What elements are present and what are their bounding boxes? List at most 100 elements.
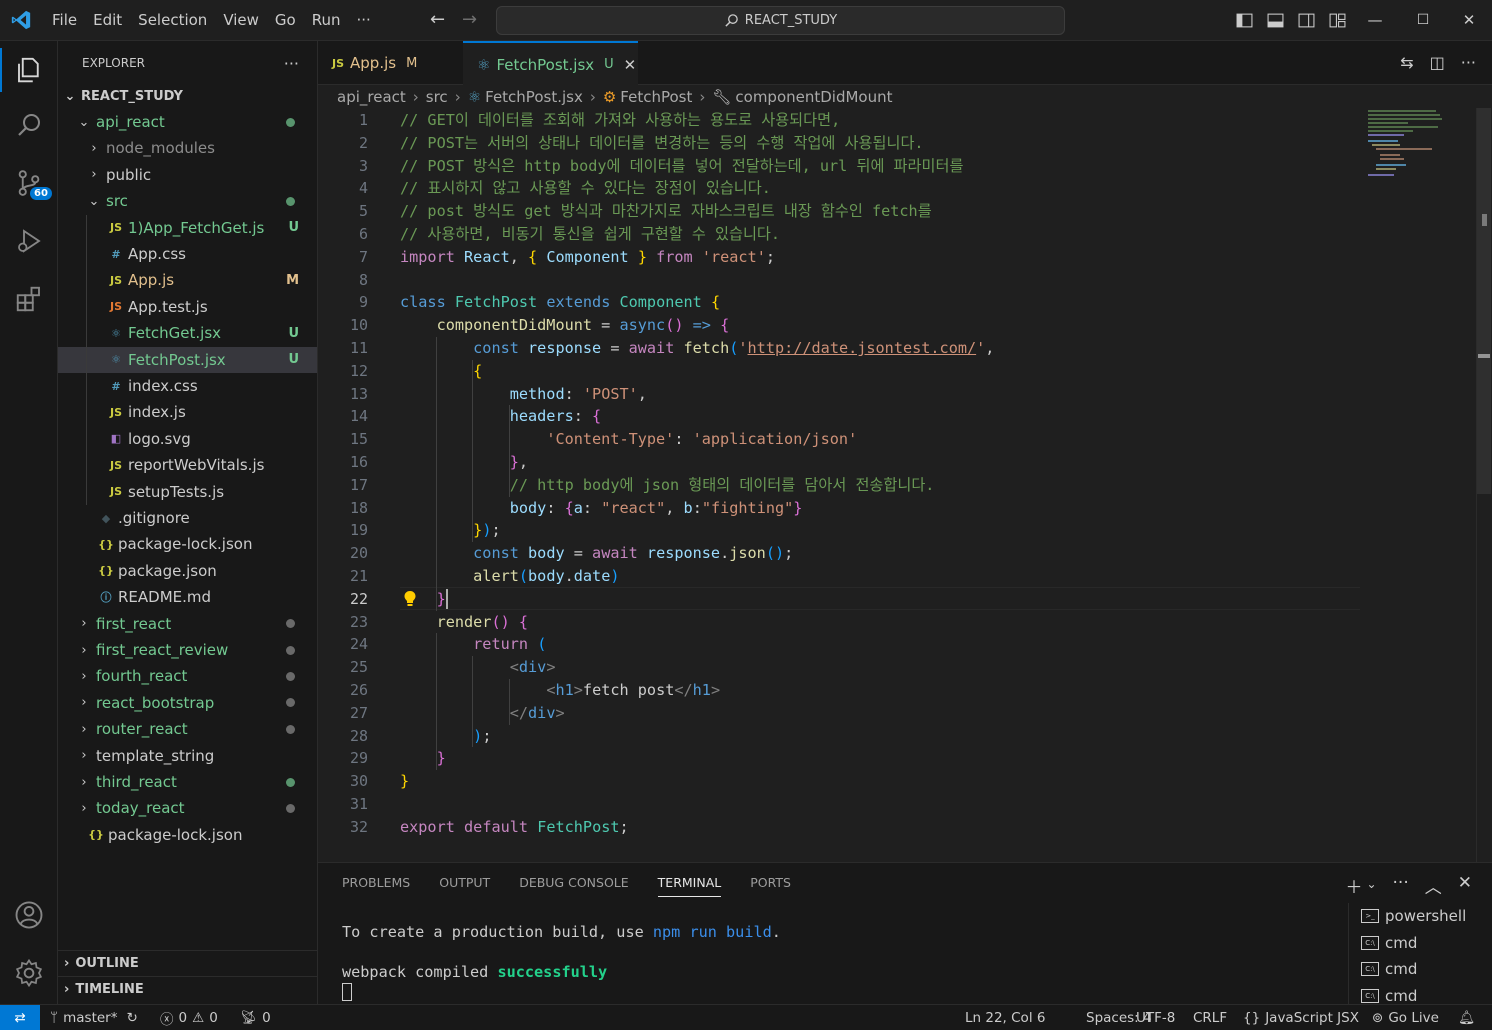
- tree-file[interactable]: ⓘ README.md: [58, 584, 317, 610]
- editor-tab[interactable]: ⚛ FetchPost.jsx U ✕: [463, 41, 638, 86]
- terminal-item[interactable]: >_ powershell: [1349, 903, 1492, 930]
- terminal-item[interactable]: C:\ cmd: [1349, 956, 1492, 983]
- tree-file[interactable]: {} package-lock.json: [58, 822, 317, 848]
- tree-folder[interactable]: ⌄ api_react: [58, 109, 317, 135]
- customize-layout-icon[interactable]: [1329, 12, 1346, 29]
- notifications-icon[interactable]: 🔔︎: [1458, 1005, 1475, 1030]
- code-token: ,: [518, 453, 529, 471]
- minimap[interactable]: [1368, 108, 1448, 178]
- forward-arrow-icon[interactable]: →: [462, 9, 477, 30]
- close-icon[interactable]: ✕: [1454, 0, 1484, 41]
- menu-edit[interactable]: Edit: [85, 0, 130, 41]
- tree-file[interactable]: {} package.json: [58, 558, 317, 584]
- chevron-down-icon[interactable]: ⌄: [1366, 873, 1376, 898]
- breadcrumb-item[interactable]: src: [426, 88, 448, 106]
- back-arrow-icon[interactable]: ←: [430, 9, 445, 30]
- toggle-sidebar-icon[interactable]: [1236, 12, 1253, 29]
- new-terminal-icon[interactable]: ＋: [1345, 873, 1362, 898]
- menu-file[interactable]: File: [44, 0, 85, 41]
- explorer-icon[interactable]: [0, 44, 58, 96]
- vertical-scrollbar[interactable]: [1476, 108, 1491, 862]
- go-live-button[interactable]: ⊚ Go Live: [1372, 1005, 1439, 1030]
- tree-folder[interactable]: › today_react: [58, 795, 317, 821]
- line-ending[interactable]: CRLF: [1193, 1005, 1227, 1030]
- tree-file[interactable]: ◧ logo.svg: [58, 426, 317, 452]
- tree-item-label: public: [106, 165, 152, 184]
- menu-go[interactable]: Go: [267, 0, 304, 41]
- language-mode[interactable]: {} JavaScript JSX: [1243, 1005, 1359, 1030]
- tree-folder[interactable]: › router_react: [58, 716, 317, 742]
- maximize-panel-icon[interactable]: ︿: [1425, 873, 1442, 898]
- tab-output[interactable]: OUTPUT: [439, 875, 490, 897]
- tree-folder[interactable]: › first_react_review: [58, 637, 317, 663]
- tree-file[interactable]: # App.css: [58, 241, 317, 267]
- more-actions-icon[interactable]: ···: [1461, 53, 1476, 72]
- terminal-item[interactable]: C:\ cmd: [1349, 930, 1492, 957]
- timeline-section[interactable]: › TIMELINE: [58, 976, 317, 1002]
- tree-file[interactable]: JS reportWebVitals.js: [58, 452, 317, 478]
- tree-folder[interactable]: › third_react: [58, 769, 317, 795]
- code-editor[interactable]: 1 // GET이 데이터를 조회해 가져와 사용하는 용도로 사용되다면, 2 //…: [318, 108, 1492, 862]
- lightbulb-icon[interactable]: [402, 590, 418, 608]
- menu-view[interactable]: View: [215, 0, 267, 41]
- breadcrumb-item[interactable]: componentDidMount: [735, 88, 892, 106]
- command-center-search[interactable]: REACT_STUDY: [496, 6, 1065, 35]
- tree-file[interactable]: ⚛ FetchGet.jsx U: [58, 320, 317, 346]
- source-control-icon[interactable]: 60: [0, 157, 58, 209]
- tree-folder[interactable]: › public: [58, 162, 317, 188]
- tree-folder[interactable]: › react_bootstrap: [58, 690, 317, 716]
- editor-tab[interactable]: JS App.js M: [318, 41, 463, 85]
- close-panel-icon[interactable]: ✕: [1458, 873, 1472, 898]
- search-icon[interactable]: [0, 99, 58, 151]
- close-tab-icon[interactable]: ✕: [624, 56, 637, 74]
- tree-file[interactable]: JS setupTests.js: [58, 479, 317, 505]
- compare-changes-icon[interactable]: ⇆: [1400, 53, 1413, 72]
- tree-file[interactable]: JS 1)App_FetchGet.js U: [58, 215, 317, 241]
- extensions-icon[interactable]: [0, 273, 58, 325]
- terminal-item[interactable]: C:\ cmd: [1349, 983, 1492, 1006]
- ports-indicator[interactable]: 📡︎ 0: [240, 1005, 271, 1030]
- breadcrumb-item[interactable]: FetchPost: [620, 88, 692, 106]
- more-actions-icon[interactable]: ···: [1393, 873, 1409, 898]
- tab-problems[interactable]: PROBLEMS: [342, 875, 410, 897]
- maximize-icon[interactable]: ☐: [1408, 0, 1438, 41]
- branch-indicator[interactable]: ᛘ master* ↻: [50, 1005, 138, 1030]
- tree-file[interactable]: ◆ .gitignore: [58, 505, 317, 531]
- tree-folder[interactable]: › node_modules: [58, 135, 317, 161]
- menu-run[interactable]: Run: [304, 0, 349, 41]
- tree-folder[interactable]: › first_react: [58, 611, 317, 637]
- tree-file[interactable]: JS App.test.js: [58, 294, 317, 320]
- remote-indicator-icon[interactable]: ⇄: [0, 1005, 40, 1030]
- workspace-root[interactable]: ⌄ REACT_STUDY: [58, 83, 317, 109]
- outline-section[interactable]: › OUTLINE: [58, 950, 317, 976]
- manage-gear-icon[interactable]: [0, 947, 58, 999]
- accounts-icon[interactable]: [0, 889, 58, 941]
- tab-terminal[interactable]: TERMINAL: [657, 875, 722, 897]
- encoding[interactable]: UTF-8: [1136, 1005, 1175, 1030]
- menu-more[interactable]: ···: [349, 0, 379, 41]
- menu-selection[interactable]: Selection: [130, 0, 215, 41]
- tree-folder[interactable]: › fourth_react: [58, 663, 317, 689]
- terminal-cursor: [342, 983, 352, 1001]
- explorer-more-button[interactable]: ···: [284, 54, 299, 73]
- split-editor-icon[interactable]: ◫: [1430, 53, 1445, 72]
- breadcrumb-item[interactable]: FetchPost.jsx: [485, 88, 583, 106]
- toggle-secondary-sidebar-icon[interactable]: [1298, 12, 1315, 29]
- breadcrumb-item[interactable]: api_react: [337, 88, 406, 106]
- tree-file[interactable]: ⚛ FetchPost.jsx U: [58, 346, 317, 373]
- tree-file[interactable]: {} package-lock.json: [58, 531, 317, 557]
- tree-file[interactable]: JS App.js M: [58, 267, 317, 293]
- tree-folder[interactable]: ⌄ src: [58, 188, 317, 214]
- tree-folder[interactable]: › template_string: [58, 743, 317, 769]
- run-debug-icon[interactable]: [0, 215, 58, 267]
- tree-file[interactable]: # index.css: [58, 373, 317, 399]
- tree-file[interactable]: JS index.js: [58, 399, 317, 425]
- sync-icon[interactable]: ↻: [126, 1010, 137, 1026]
- tab-debug-console[interactable]: DEBUG CONSOLE: [519, 875, 628, 897]
- minimize-icon[interactable]: —: [1360, 0, 1390, 41]
- problems-indicator[interactable]: ⓧ 0 ⚠ 0: [160, 1005, 218, 1030]
- code-token: {: [473, 361, 483, 380]
- cursor-position[interactable]: Ln 22, Col 6: [965, 1005, 1045, 1030]
- tab-ports[interactable]: PORTS: [750, 875, 791, 897]
- toggle-panel-icon[interactable]: [1267, 12, 1284, 29]
